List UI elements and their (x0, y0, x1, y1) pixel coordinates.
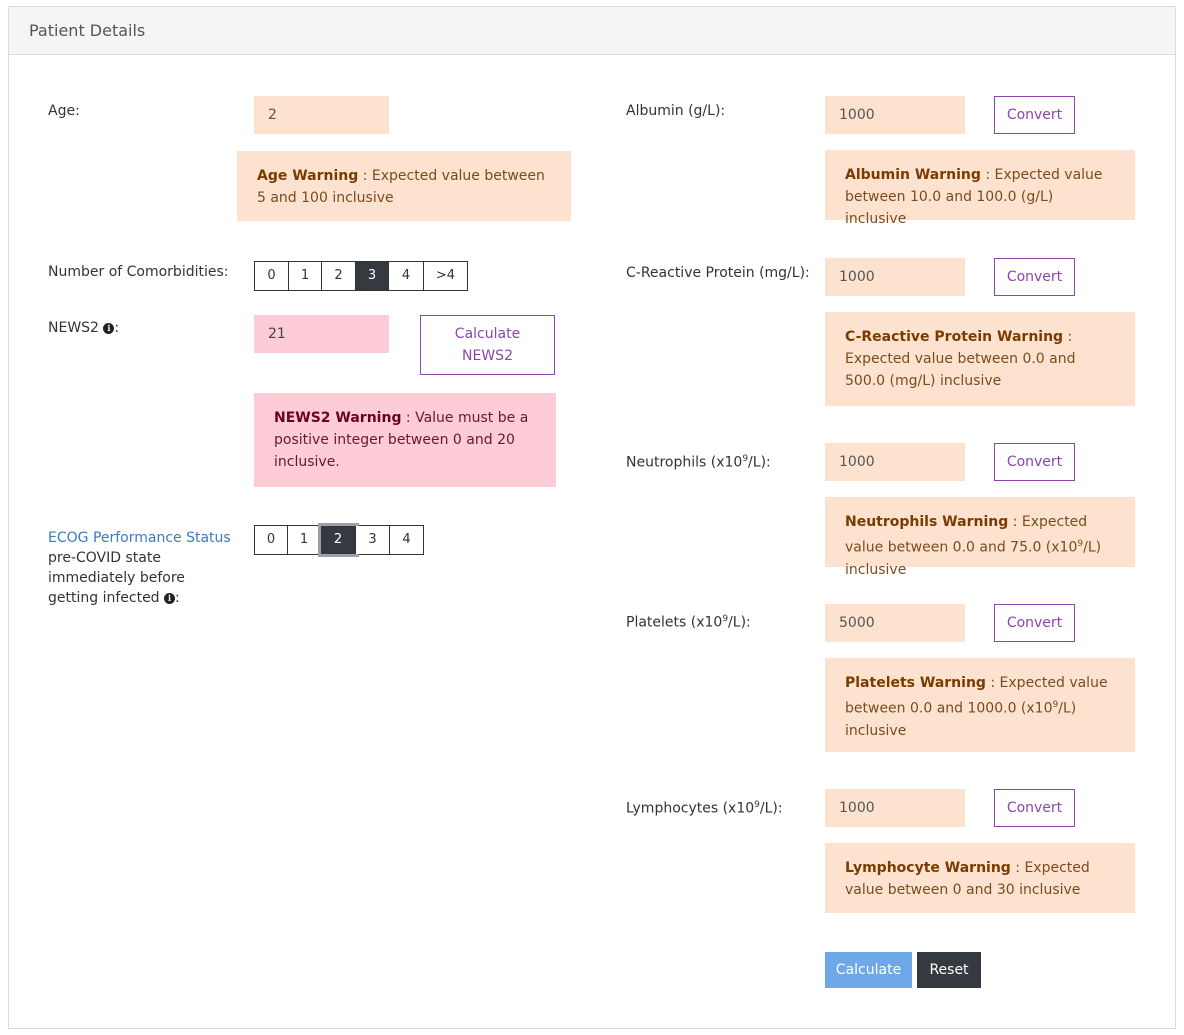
comorbidities-selector: 0 1 2 3 4 >4 (254, 261, 468, 291)
comorbidity-option-2[interactable]: 2 (322, 262, 356, 290)
platelets-warning: Platelets Warning : Expected value betwe… (825, 658, 1135, 752)
comorbidity-option-3[interactable]: 3 (356, 262, 389, 290)
crp-warning-title: C-Reactive Protein Warning (845, 329, 1064, 345)
age-input[interactable]: 2 (254, 96, 389, 134)
crp-label: C-Reactive Protein (mg/L): (626, 265, 810, 281)
albumin-warning-title: Albumin Warning (845, 167, 981, 183)
crp-warning: C-Reactive Protein Warning : Expected va… (825, 312, 1135, 406)
age-warning: Age Warning : Expected value between 5 a… (237, 151, 571, 221)
albumin-convert-button[interactable]: Convert (994, 96, 1075, 134)
news2-input[interactable]: 21 (254, 315, 389, 353)
neutrophils-warning: Neutrophils Warning : Expected value bet… (825, 497, 1135, 578)
ecog-option-0[interactable]: 0 (255, 526, 288, 554)
comorbidity-option-0[interactable]: 0 (255, 262, 289, 290)
neutrophils-warning-title: Neutrophils Warning (845, 514, 1009, 530)
lymphocytes-warning: Lymphocyte Warning : Expected value betw… (825, 843, 1135, 913)
comorbidity-option-1[interactable]: 1 (289, 262, 322, 290)
lymphocytes-input[interactable]: 1000 (825, 789, 965, 827)
comorbidity-option-more-than-4[interactable]: >4 (424, 262, 467, 290)
albumin-label: Albumin (g/L): (626, 103, 726, 119)
platelets-input[interactable]: 5000 (825, 604, 965, 642)
reset-button[interactable]: Reset (917, 952, 981, 988)
calculate-button[interactable]: Calculate (825, 952, 912, 988)
info-circle-icon[interactable]: i (103, 323, 115, 334)
platelets-warning-title: Platelets Warning (845, 675, 986, 691)
age-label: Age: (48, 103, 80, 119)
crp-convert-button[interactable]: Convert (994, 258, 1075, 296)
comorbidities-label: Number of Comorbidities: (48, 264, 229, 280)
neutrophils-convert-button[interactable]: Convert (994, 443, 1075, 481)
ecog-option-2[interactable]: 2 (321, 526, 356, 554)
albumin-warning: Albumin Warning : Expected value between… (825, 150, 1135, 227)
age-warning-title: Age Warning (257, 168, 359, 184)
comorbidity-option-4[interactable]: 4 (389, 262, 424, 290)
lymphocytes-warning-title: Lymphocyte Warning (845, 860, 1011, 876)
crp-input[interactable]: 1000 (825, 258, 965, 296)
ecog-option-4[interactable]: 4 (390, 526, 423, 554)
news2-label: NEWS2 (48, 320, 99, 336)
news2-warning: NEWS2 Warning : Value must be a positive… (254, 393, 556, 487)
panel-title: Patient Details (29, 21, 146, 40)
neutrophils-input[interactable]: 1000 (825, 443, 965, 481)
platelets-convert-button[interactable]: Convert (994, 604, 1075, 642)
ecog-option-3[interactable]: 3 (356, 526, 390, 554)
news2-warning-title: NEWS2 Warning (274, 410, 402, 426)
lymphocytes-label: Lymphocytes (x109/L): (626, 800, 783, 817)
lymphocytes-convert-button[interactable]: Convert (994, 789, 1075, 827)
ecog-option-1[interactable]: 1 (288, 526, 321, 554)
panel-header: Patient Details (9, 7, 1175, 55)
news2-label-row: NEWS2 i: (48, 320, 120, 336)
platelets-label: Platelets (x109/L): (626, 614, 751, 631)
neutrophils-label: Neutrophils (x109/L): (626, 454, 771, 471)
albumin-input[interactable]: 1000 (825, 96, 965, 134)
ecog-label: ECOG Performance Status pre-COVID state … (48, 530, 231, 606)
ecog-selector: 0 1 2 3 4 (254, 525, 424, 555)
calculate-news2-button[interactable]: Calculate NEWS2 (420, 315, 555, 375)
info-circle-icon[interactable]: i (164, 593, 176, 604)
ecog-link[interactable]: ECOG Performance Status (48, 530, 231, 546)
